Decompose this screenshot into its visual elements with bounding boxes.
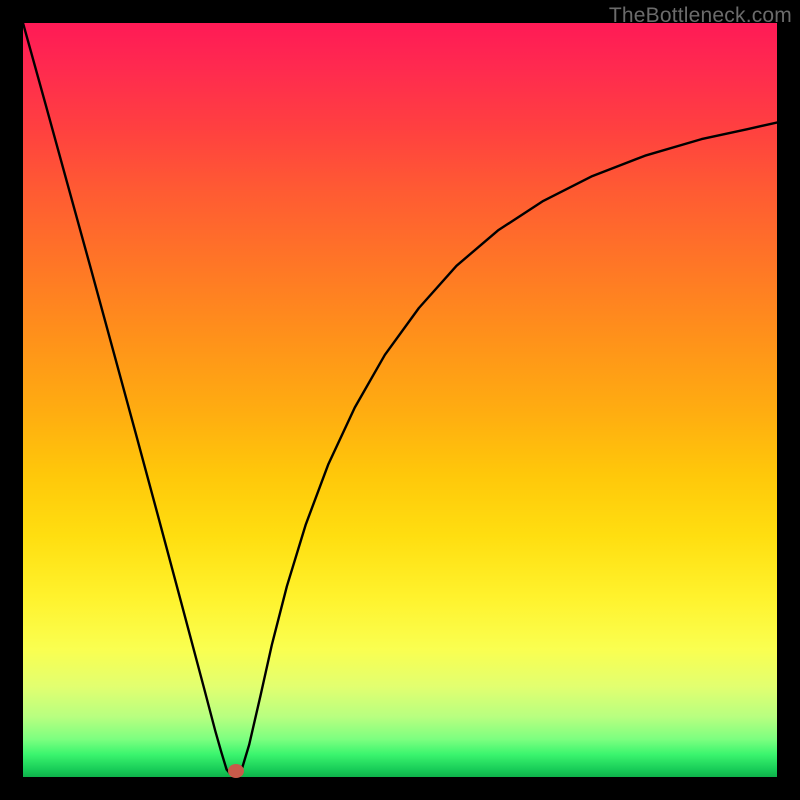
plot-frame [23, 23, 777, 777]
optimal-point-marker [228, 764, 244, 778]
watermark-text: TheBottleneck.com [609, 4, 792, 28]
bottleneck-curve [23, 23, 777, 777]
plot-area [23, 23, 777, 777]
